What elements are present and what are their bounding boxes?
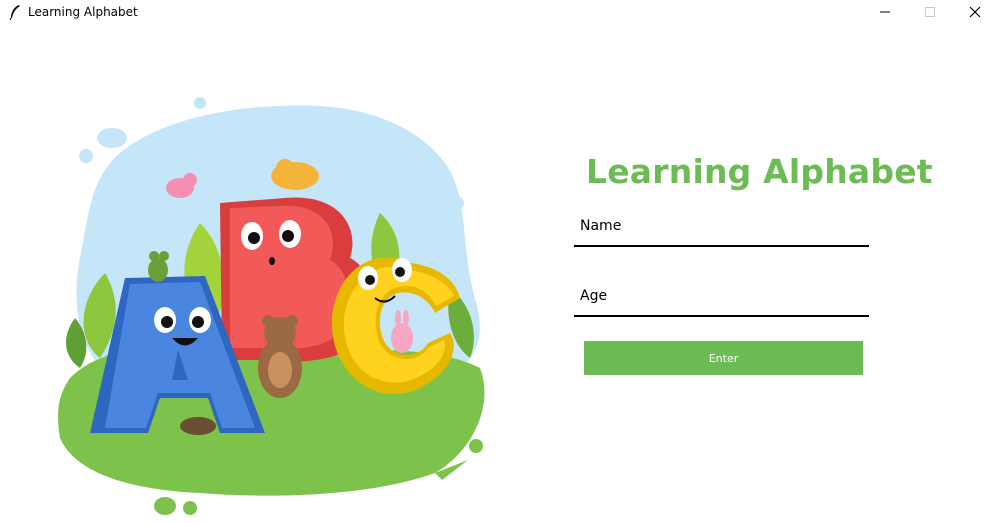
frog — [148, 251, 169, 282]
title-bar: Learning Alphabet — [0, 0, 996, 24]
age-input[interactable] — [574, 279, 871, 313]
name-input[interactable] — [574, 209, 871, 243]
minimize-icon — [880, 11, 890, 13]
abc-illustration — [58, 97, 485, 515]
page-title: Learning Alphabet — [586, 152, 933, 191]
age-field-container — [574, 279, 871, 317]
window-title: Learning Alphabet — [28, 5, 138, 19]
enter-button[interactable]: Enter — [584, 341, 863, 375]
close-icon — [969, 6, 981, 18]
maximize-button[interactable] — [907, 0, 953, 24]
name-field-container — [574, 209, 871, 247]
close-button[interactable] — [952, 0, 996, 24]
minimize-button[interactable] — [862, 0, 908, 24]
hedgehog — [180, 417, 216, 435]
feather-icon — [9, 5, 20, 20]
maximize-icon — [925, 7, 935, 17]
